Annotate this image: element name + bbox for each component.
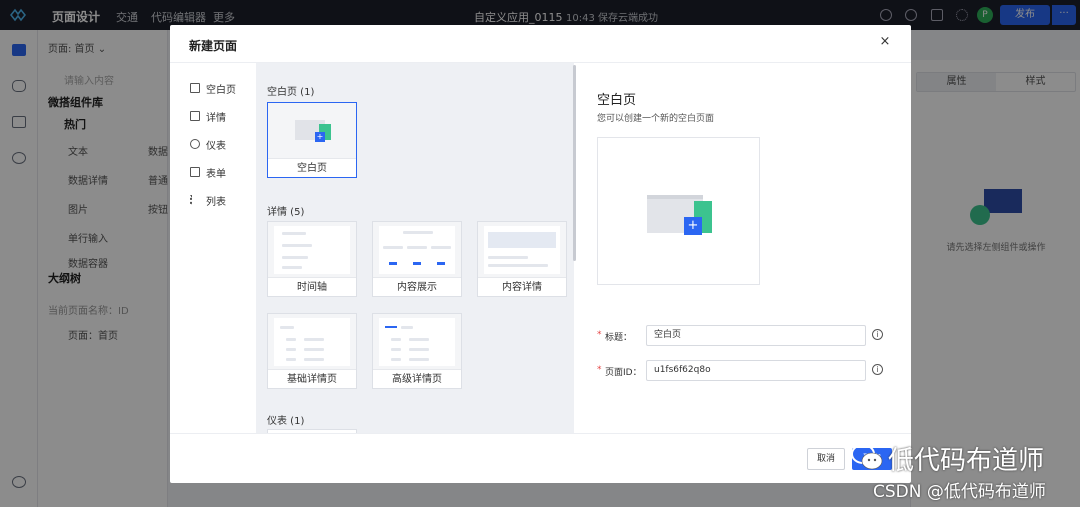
category-label: 仪表 <box>206 140 226 152</box>
category-list-item[interactable]: 列表 <box>190 192 226 208</box>
category-detail[interactable]: 详情 <box>190 108 226 124</box>
template-card-content-display[interactable]: 内容展示 <box>372 221 462 297</box>
category-label: 列表 <box>206 196 226 208</box>
detail-title: 空白页 <box>597 93 637 108</box>
watermark-title: 低代码布道师 <box>888 446 1045 476</box>
title-label: 标题： <box>605 333 633 343</box>
dialog-footer: 取消 确定 <box>170 433 911 483</box>
category-form[interactable]: 表单 <box>190 164 226 180</box>
template-thumbnail: + <box>268 103 356 159</box>
list-icon <box>190 195 200 205</box>
title-field-row: * 标题： 空白页 i <box>597 325 897 347</box>
template-thumbnail <box>478 222 566 278</box>
detail-preview: + <box>597 137 760 285</box>
category-label: 空白页 <box>206 84 236 96</box>
required-marker: * <box>597 330 602 340</box>
dialog-title: 新建页面 <box>189 39 238 53</box>
template-thumbnail <box>268 222 356 278</box>
template-label: 基础详情页 <box>287 374 337 385</box>
template-card-timeline[interactable]: 时间轴 <box>267 221 357 297</box>
template-card-blank[interactable]: + 空白页 <box>267 102 357 178</box>
wechat-logo-icon <box>851 444 883 470</box>
gauge-icon <box>190 139 200 149</box>
cancel-button[interactable]: 取消 <box>807 448 845 470</box>
title-input[interactable]: 空白页 <box>646 325 866 346</box>
detail-icon <box>190 111 200 121</box>
section-title-detail: 详情 (5) <box>267 207 305 218</box>
template-detail: 空白页 您可以创建一个新的空白页面 + * 标题： 空白页 i * 页面ID： … <box>577 63 911 433</box>
page-id-label: 页面ID： <box>605 368 642 378</box>
new-page-dialog: 新建页面 × 空白页 详情 仪表 表单 列表 空白页 (1) + 空白页 详情 … <box>170 25 911 483</box>
category-label: 表单 <box>206 168 226 180</box>
template-label: 内容详情 <box>502 282 542 293</box>
plus-icon: + <box>684 217 702 235</box>
plus-icon: + <box>315 132 325 142</box>
template-thumbnail <box>268 314 356 370</box>
watermark-caption: CSDN @低代码布道师 <box>873 482 1046 502</box>
template-label: 时间轴 <box>297 282 327 293</box>
category-dashboard[interactable]: 仪表 <box>190 136 226 152</box>
category-label: 详情 <box>206 112 226 124</box>
template-card-content-detail[interactable]: 内容详情 <box>477 221 567 297</box>
close-icon[interactable]: × <box>878 35 892 49</box>
category-list: 空白页 详情 仪表 表单 列表 <box>170 63 256 433</box>
template-gallery[interactable]: 空白页 (1) + 空白页 详情 (5) 时间轴 内容展示 内容详情 基础详情页… <box>256 63 574 433</box>
page-icon <box>190 83 200 93</box>
template-card-basic-detail[interactable]: 基础详情页 <box>267 313 357 389</box>
required-marker: * <box>597 365 602 375</box>
info-icon[interactable]: i <box>872 329 883 340</box>
section-title-blank: 空白页 (1) <box>267 87 315 98</box>
template-label: 内容展示 <box>397 282 437 293</box>
section-title-dashboard: 仪表 (1) <box>267 416 305 427</box>
template-label: 高级详情页 <box>392 374 442 385</box>
detail-description: 您可以创建一个新的空白页面 <box>597 114 715 124</box>
page-id-input[interactable]: u1fs6f62q8o <box>646 360 866 381</box>
template-card-advanced-detail[interactable]: 高级详情页 <box>372 313 462 389</box>
page-id-field-row: * 页面ID： u1fs6f62q8o i <box>597 360 897 382</box>
info-icon[interactable]: i <box>872 364 883 375</box>
gallery-scrollbar[interactable] <box>573 65 576 261</box>
template-label: 空白页 <box>297 163 327 174</box>
checkbox-icon <box>190 167 200 177</box>
template-thumbnail <box>373 222 461 278</box>
template-thumbnail <box>373 314 461 370</box>
dialog-header: 新建页面 × <box>170 25 911 63</box>
category-blank[interactable]: 空白页 <box>190 80 236 96</box>
